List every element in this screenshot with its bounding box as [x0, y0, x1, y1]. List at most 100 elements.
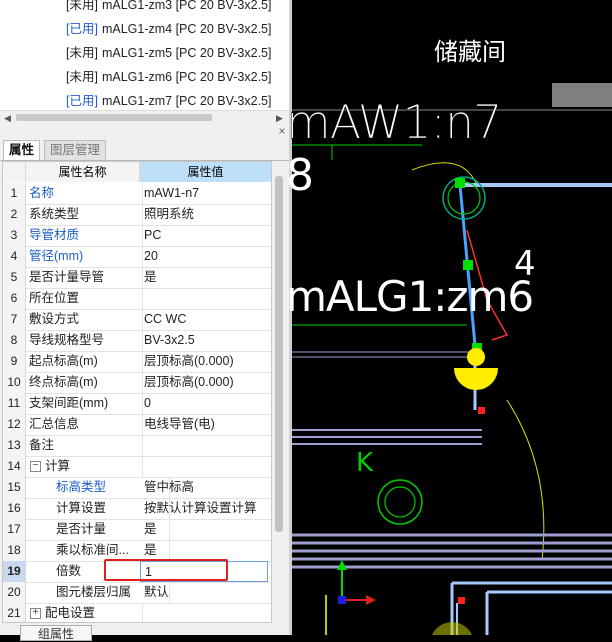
left-panel: [未用] mALG1-zm3 [PC 20 BV-3x2.5] [已用] mALG1-…: [0, 0, 291, 641]
property-value[interactable]: 层顶标高(0.000): [140, 351, 271, 372]
property-value[interactable]: 是: [140, 519, 271, 540]
property-row[interactable]: 4 管径(mm) 20: [3, 246, 271, 268]
property-value[interactable]: 电线导管(电): [140, 414, 271, 435]
property-name: 起点标高(m): [26, 351, 143, 372]
vertical-scrollbar[interactable]: [272, 162, 286, 620]
wall-block: [552, 83, 612, 107]
property-row[interactable]: 10 终点标高(m) 层顶标高(0.000): [3, 372, 271, 394]
layer-status: [已用]: [66, 94, 98, 108]
property-name: 终点标高(m): [26, 372, 143, 393]
row-number: 4: [3, 246, 26, 267]
property-value[interactable]: [140, 456, 271, 477]
property-value[interactable]: 0: [140, 393, 271, 414]
tab-layer-manager[interactable]: 图层管理: [44, 140, 107, 160]
property-row[interactable]: 13 备注: [3, 435, 271, 457]
pipe-label-number: 8: [286, 150, 314, 201]
row-number: 2: [3, 204, 26, 225]
horizontal-scrollbar[interactable]: ◀ ▶: [0, 110, 289, 125]
highlight-box: [104, 559, 228, 581]
row-number: 8: [3, 330, 26, 351]
pipe-node: [463, 260, 473, 270]
property-name: 导线规格型号: [26, 330, 143, 351]
property-value[interactable]: mAW1-n7: [140, 183, 271, 204]
panel-tabs: 属性 图层管理: [0, 138, 289, 161]
property-row[interactable]: 6 所在位置: [3, 288, 271, 310]
row-number: 15: [3, 477, 26, 498]
expand-icon[interactable]: +: [30, 608, 41, 620]
property-row[interactable]: 7 敷设方式 CC WC: [3, 309, 271, 331]
light-fixture: [454, 368, 498, 390]
property-value[interactable]: BV-3x2.5: [140, 330, 271, 351]
property-row[interactable]: 8 导线规格型号 BV-3x2.5: [3, 330, 271, 352]
row-number: 11: [3, 393, 26, 414]
property-row[interactable]: 9 起点标高(m) 层顶标高(0.000): [3, 351, 271, 373]
property-row[interactable]: 1 名称 mAW1-n7: [3, 183, 271, 205]
collapse-icon[interactable]: −: [30, 461, 41, 473]
property-value[interactable]: 是: [140, 540, 271, 561]
yellow-fixture: [432, 622, 472, 635]
layer-status: [未用]: [66, 0, 98, 12]
layer-list-item[interactable]: [已用] mALG1-zm4 [PC 20 BV-3x2.5]: [66, 18, 271, 38]
row-number: 19: [3, 561, 26, 582]
group-label: 计算: [45, 459, 71, 473]
property-row[interactable]: 16 计算设置 按默认计算设置计算: [3, 498, 271, 520]
property-value[interactable]: 层顶标高(0.000): [140, 372, 271, 393]
property-value[interactable]: 按默认计算设置计算: [140, 498, 271, 519]
pipe-end: [458, 597, 465, 604]
row-number: 7: [3, 309, 26, 330]
scroll-left-icon[interactable]: ◀: [4, 111, 11, 125]
property-row[interactable]: 11 支架间距(mm) 0: [3, 393, 271, 415]
property-row[interactable]: 17 是否计量是: [3, 519, 271, 541]
property-row[interactable]: 15 标高类型 管中标高: [3, 477, 271, 499]
property-row[interactable]: 20 图元楼层归属 默认: [3, 582, 271, 604]
grid-corner: [3, 162, 26, 182]
property-row[interactable]: 5 是否计量导管是: [3, 267, 271, 289]
property-name: 导管材质: [26, 225, 143, 246]
row-number: 9: [3, 351, 26, 372]
cad-canvas[interactable]: 储藏间 mAW1:n7 8 mALG1:zm6 4 K: [286, 0, 612, 635]
property-row[interactable]: 12 汇总信息 电线导管(电): [3, 414, 271, 436]
tab-properties[interactable]: 属性: [3, 140, 41, 160]
ucs-y-arrow: [337, 560, 347, 570]
property-row[interactable]: 2 系统类型 照明系统: [3, 204, 271, 226]
property-value[interactable]: [140, 603, 271, 622]
property-value[interactable]: 默认: [140, 582, 271, 603]
layer-list-item[interactable]: [已用] mALG1-zm7 [PC 20 BV-3x2.5]: [66, 90, 271, 110]
column-header-value: 属性值: [140, 162, 271, 182]
property-value[interactable]: 是: [140, 267, 271, 288]
property-value[interactable]: PC: [140, 225, 271, 246]
property-name: + 配电设置: [26, 603, 143, 622]
layer-name: mALG1-zm7 [PC 20 BV-3x2.5]: [101, 94, 272, 108]
column-header-name: 属性名称: [26, 162, 140, 182]
property-row[interactable]: 3 导管材质 PC: [3, 225, 271, 247]
property-value[interactable]: 照明系统: [140, 204, 271, 225]
wire-layer-list: [未用] mALG1-zm3 [PC 20 BV-3x2.5] [已用] mALG1-…: [0, 0, 290, 110]
layer-name: mALG1-zm6 [PC 20 BV-3x2.5]: [101, 70, 272, 84]
layer-status: [已用]: [66, 22, 98, 36]
property-name: 汇总信息: [26, 414, 143, 435]
horizontal-scroll-thumb[interactable]: [16, 114, 212, 121]
property-row[interactable]: 21 + 配电设置: [3, 603, 271, 622]
property-row[interactable]: 14− 计算: [3, 456, 271, 478]
property-value[interactable]: 20: [140, 246, 271, 267]
property-name: 备注: [26, 435, 143, 456]
property-name: 系统类型: [26, 204, 143, 225]
row-number: 21: [3, 603, 26, 622]
yellow-arc: [411, 162, 478, 186]
layer-name: mALG1-zm3 [PC 20 BV-3x2.5]: [101, 0, 272, 12]
layer-list-item[interactable]: [未用] mALG1-zm6 [PC 20 BV-3x2.5]: [66, 66, 271, 86]
property-value[interactable]: [140, 435, 271, 456]
property-name: 名称: [26, 183, 143, 204]
layer-list-item[interactable]: [未用] mALG1-zm3 [PC 20 BV-3x2.5]: [66, 0, 271, 14]
light-fixture: [467, 348, 485, 366]
row-number: 3: [3, 225, 26, 246]
property-value[interactable]: [140, 288, 271, 309]
scroll-right-icon[interactable]: ▶: [276, 111, 283, 125]
property-value[interactable]: 管中标高: [140, 477, 271, 498]
group-properties-button[interactable]: 组属性: [20, 625, 92, 641]
layer-name: mALG1-zm4 [PC 20 BV-3x2.5]: [101, 22, 272, 36]
property-name: 所在位置: [26, 288, 143, 309]
property-value[interactable]: CC WC: [140, 309, 271, 330]
vertical-scroll-thumb[interactable]: [275, 176, 283, 532]
layer-list-item[interactable]: [未用] mALG1-zm5 [PC 20 BV-3x2.5]: [66, 42, 271, 62]
